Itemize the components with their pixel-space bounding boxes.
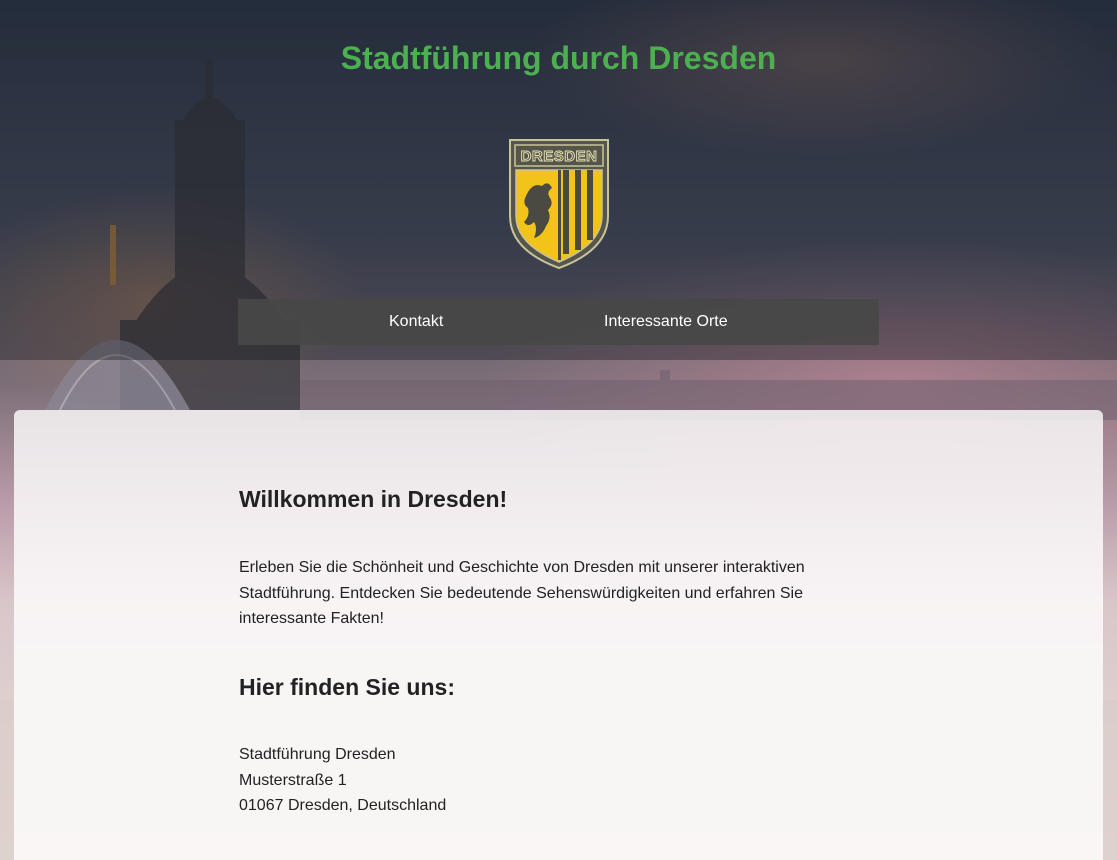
intro-paragraph: Erleben Sie die Schönheit und Geschichte… (239, 559, 805, 627)
nav-link-interessante-orte[interactable]: Interessante Orte (604, 299, 728, 345)
site-title: Stadtführung durch Dresden (340, 40, 777, 76)
content-panel: Willkommen in Dresden! Erleben Sie die S… (14, 410, 1103, 860)
address-block: Stadtführung Dresden Musterstraße 1 0106… (239, 742, 446, 819)
welcome-heading: Willkommen in Dresden! (239, 486, 508, 512)
address-line-city: 01067 Dresden, Deutschland (239, 797, 447, 814)
nav-link-kontakt[interactable]: Kontakt (389, 299, 443, 345)
main-nav: Kontakt Interessante Orte (238, 299, 879, 345)
page: Stadtführung durch Dresden DRESDEN Konta… (0, 0, 1117, 860)
dresden-coat-of-arms-icon: DRESDEN (509, 139, 609, 270)
address-line-name: Stadtführung Dresden (239, 746, 396, 763)
find-us-heading: Hier finden Sie uns: (239, 674, 455, 700)
svg-text:DRESDEN: DRESDEN (521, 148, 598, 165)
address-line-street: Musterstraße 1 (239, 771, 347, 789)
